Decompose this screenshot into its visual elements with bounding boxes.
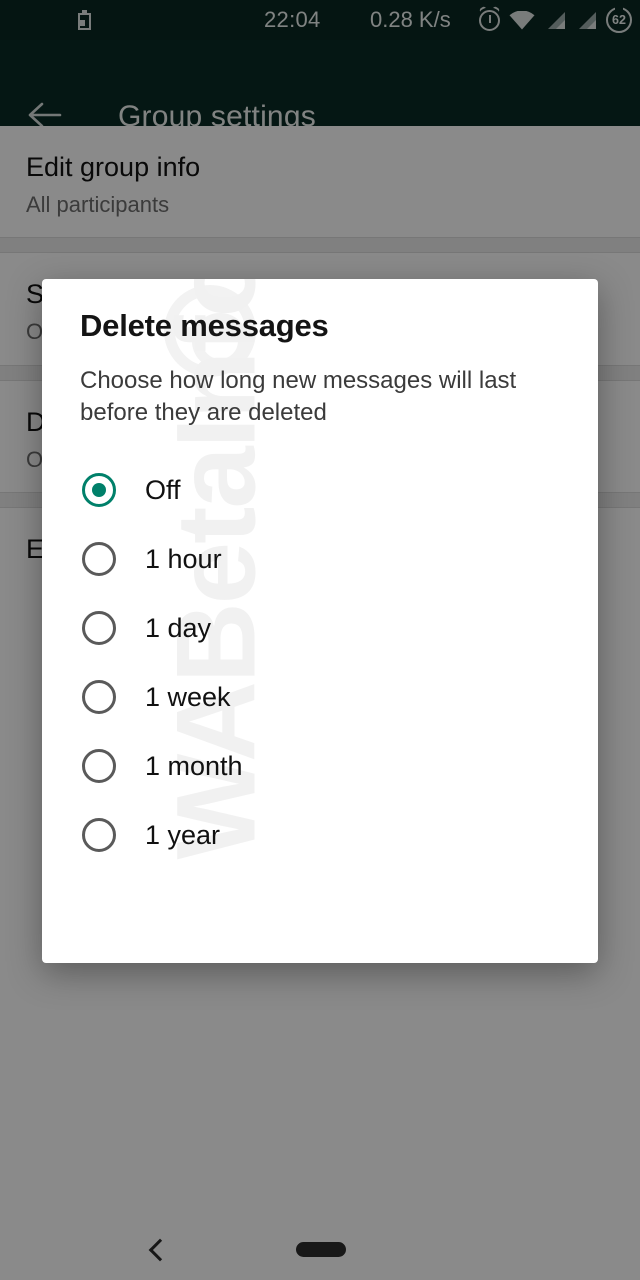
radio-option-label: 1 day xyxy=(145,612,212,643)
radio-button-icon[interactable] xyxy=(82,817,116,852)
radio-button-icon[interactable] xyxy=(82,748,116,783)
radio-group: Off 1 hour 1 day 1 week 1 month 1 year xyxy=(42,455,598,869)
radio-option-1-month[interactable]: 1 month xyxy=(42,731,598,800)
delete-messages-dialog: WABetaInfo Delete messages Choose how lo… xyxy=(42,279,598,963)
radio-option-off[interactable]: Off xyxy=(42,455,598,524)
dialog-title: Delete messages xyxy=(80,308,329,343)
radio-option-1-day[interactable]: 1 day xyxy=(42,593,598,662)
radio-button-icon[interactable] xyxy=(82,472,116,507)
radio-option-1-hour[interactable]: 1 hour xyxy=(42,524,598,593)
radio-button-icon[interactable] xyxy=(82,541,116,576)
radio-option-label: 1 month xyxy=(145,750,243,781)
radio-option-label: 1 year xyxy=(145,819,221,850)
radio-option-label: 1 hour xyxy=(145,543,222,574)
dialog-message: Choose how long new messages will last b… xyxy=(80,367,517,426)
radio-button-icon[interactable] xyxy=(82,610,116,645)
radio-button-icon[interactable] xyxy=(82,679,116,714)
radio-option-1-year[interactable]: 1 year xyxy=(42,800,598,869)
phone-screen: 22:04 0.28 K/s 62 Group settings Edit gr… xyxy=(0,0,640,1280)
radio-option-label: 1 week xyxy=(145,681,231,712)
radio-option-1-week[interactable]: 1 week xyxy=(42,662,598,731)
radio-option-label: Off xyxy=(145,474,181,505)
